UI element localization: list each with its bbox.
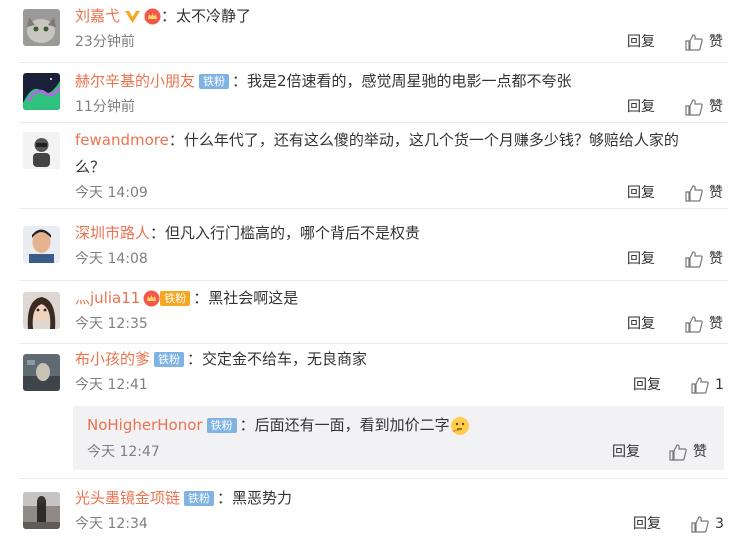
verified-v-icon [125, 10, 141, 23]
username-link[interactable]: 布小孩的爹 [75, 350, 150, 368]
avatar[interactable] [23, 292, 60, 329]
comment-text: ：太不冷静了 [161, 7, 252, 25]
fan-badge: 铁粉 [184, 491, 215, 506]
comment-text: ：什么年代了，还有这么傻的举动，这几个货一个月赚多少钱？够赔给人家的 [168, 131, 679, 149]
username-link[interactable]: NoHigherHonor [87, 416, 203, 434]
comment-text: ：交定金不给车，无良商家 [187, 350, 368, 368]
comment-item: 光头墨镜金项链 铁粉 ：黑恶势力 今天 12:34 回复 3 [0, 479, 748, 547]
like-button[interactable]: 3 [691, 514, 724, 534]
username-link[interactable]: 灬julia11 [75, 289, 140, 307]
sub-reply-line: NoHigherHonor 铁粉 ：后面还有一面，看到加价二字 [87, 414, 470, 436]
like-button[interactable]: 赞 [669, 442, 707, 462]
avatar[interactable] [23, 132, 60, 169]
reply-button[interactable]: 回复 [633, 375, 661, 395]
reply-button[interactable]: 回复 [627, 249, 655, 269]
avatar[interactable] [23, 492, 60, 529]
comment-text: ：我是2倍速看的，感觉周星驰的电影一点都不夸张 [232, 72, 572, 90]
comment-item: 灬julia11 铁粉 ：黑社会啊这是 今天 12:35 回复 赞 [0, 281, 748, 344]
comment-item: 刘嘉弋 ：太不冷静了 23分钟前 回复 赞 [0, 0, 748, 63]
username-link[interactable]: 赫尔辛基的小朋友 [75, 72, 195, 90]
thumbs-up-icon [669, 443, 687, 461]
like-label: 赞 [709, 185, 723, 201]
username-link[interactable]: 深圳市路人 [75, 224, 150, 242]
sub-reply: NoHigherHonor 铁粉 ：后面还有一面，看到加价二字 今天 12:47 回… [73, 406, 724, 470]
comment-line: 深圳市路人：但凡入行门槛高的，哪个背后不是权贵 [75, 222, 420, 244]
thinking-emoji-icon [450, 416, 469, 435]
sub-reply-time: 今天 12:47 [87, 444, 160, 460]
like-button[interactable]: 赞 [685, 249, 723, 269]
like-label: 赞 [693, 444, 707, 460]
like-label: 赞 [709, 316, 723, 332]
comment-time: 11分钟前 [75, 99, 135, 115]
comment-time: 23分钟前 [75, 34, 135, 50]
like-button[interactable]: 赞 [685, 97, 723, 117]
comment-item: 赫尔辛基的小朋友 铁粉 ：我是2倍速看的，感觉周星驰的电影一点都不夸张 11分钟前 … [0, 63, 748, 123]
sub-reply-text: ：后面还有一面，看到加价二字 [239, 416, 450, 434]
comment-line: 灬julia11 铁粉 ：黑社会啊这是 [75, 287, 298, 309]
like-button[interactable]: 赞 [685, 183, 723, 203]
thumbs-up-icon [685, 33, 703, 51]
fan-badge: 铁粉 [160, 291, 191, 306]
like-label: 赞 [709, 34, 723, 50]
avatar[interactable] [23, 73, 60, 110]
like-count: 3 [715, 516, 724, 532]
thumbs-up-icon [691, 515, 709, 533]
comment-line: 光头墨镜金项链 铁粉 ：黑恶势力 [75, 487, 292, 509]
comment-text-line2: 么？ [75, 158, 106, 176]
avatar[interactable] [23, 9, 60, 46]
comment-line: 赫尔辛基的小朋友 铁粉 ：我是2倍速看的，感觉周星驰的电影一点都不夸张 [75, 70, 572, 92]
like-button[interactable]: 1 [691, 375, 724, 395]
reply-button[interactable]: 回复 [612, 442, 640, 462]
like-label: 赞 [709, 99, 723, 115]
username-link[interactable]: 光头墨镜金项链 [75, 489, 180, 507]
avatar[interactable] [23, 354, 60, 391]
fan-badge: 铁粉 [206, 418, 237, 433]
thumbs-up-icon [685, 315, 703, 333]
comment-item: 布小孩的爹 铁粉 ：交定金不给车，无良商家 今天 12:41 回复 1 NoHigh… [0, 344, 748, 479]
comment-item: fewandmore：什么年代了，还有这么傻的举动，这几个货一个月赚多少钱？够赔… [0, 123, 748, 209]
avatar[interactable] [23, 226, 60, 263]
thumbs-up-icon [685, 250, 703, 268]
like-button[interactable]: 赞 [685, 32, 723, 52]
comment-time: 今天 12:41 [75, 377, 148, 393]
like-label: 赞 [709, 251, 723, 267]
thumbs-up-icon [691, 376, 709, 394]
thumbs-up-icon [685, 184, 703, 202]
comment-text: ：黑社会啊这是 [193, 289, 299, 307]
username-link[interactable]: 刘嘉弋 [75, 7, 120, 25]
fan-badge: 铁粉 [154, 352, 185, 367]
reply-button[interactable]: 回复 [627, 314, 655, 334]
comment-line: fewandmore：什么年代了，还有这么傻的举动，这几个货一个月赚多少钱？够赔… [75, 129, 679, 151]
comment-time: 今天 12:34 [75, 516, 148, 532]
reply-button[interactable]: 回复 [627, 97, 655, 117]
reply-button[interactable]: 回复 [627, 183, 655, 203]
thumbs-up-icon [685, 98, 703, 116]
member-crown-icon [143, 290, 160, 307]
comment-item: 深圳市路人：但凡入行门槛高的，哪个背后不是权贵 今天 14:08 回复 赞 [0, 209, 748, 281]
like-count: 1 [715, 377, 724, 393]
member-crown-icon [144, 8, 161, 25]
comment-time: 今天 14:09 [75, 185, 148, 201]
reply-button[interactable]: 回复 [633, 514, 661, 534]
comment-line: 刘嘉弋 ：太不冷静了 [75, 5, 251, 27]
comment-time: 今天 14:08 [75, 251, 148, 267]
reply-button[interactable]: 回复 [627, 32, 655, 52]
comment-text: ：但凡入行门槛高的，哪个背后不是权贵 [150, 224, 421, 242]
comment-time: 今天 12:35 [75, 316, 148, 332]
like-button[interactable]: 赞 [685, 314, 723, 334]
comment-text-continued: 么？ [75, 156, 105, 178]
comment-line: 布小孩的爹 铁粉 ：交定金不给车，无良商家 [75, 348, 367, 370]
fan-badge: 铁粉 [199, 74, 230, 89]
comment-text: ：黑恶势力 [217, 489, 293, 507]
username-link[interactable]: fewandmore [75, 131, 169, 149]
